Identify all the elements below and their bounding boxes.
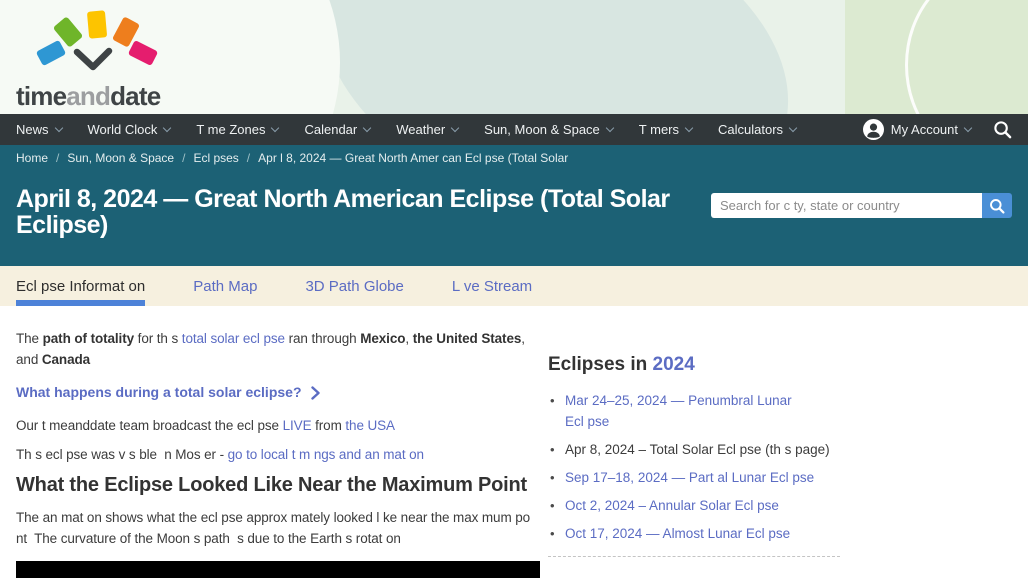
chevron-down-icon: [685, 123, 693, 131]
section-heading: What the Eclipse Looked Like Near the Ma…: [16, 474, 540, 497]
list-item: Sep 17–18, 2024 — Part al Lunar Ecl pse: [548, 467, 840, 488]
chevron-down-icon: [606, 123, 614, 131]
search-icon: [993, 120, 1012, 139]
link-year-2024[interactable]: 2024: [653, 354, 695, 375]
list-item: Apr 8, 2024 – Total Solar Ecl pse (th s …: [548, 439, 840, 460]
nav-item-time-zones[interactable]: T me Zones: [196, 122, 278, 137]
broadcast-paragraph: Our t meanddate team broadcast the ecl p…: [16, 415, 540, 436]
intro-paragraph: The path of totality for th s total sola…: [16, 328, 540, 370]
search-icon: [989, 198, 1005, 214]
user-icon: [863, 119, 884, 140]
hero-section: Home / Sun, Moon & Space / Ecl pses / Ap…: [0, 145, 1028, 266]
question-link[interactable]: What happens during a total solar eclips…: [16, 382, 540, 403]
nav-item-sun-moon-space[interactable]: Sun, Moon & Space: [484, 122, 613, 137]
chevron-down-icon: [789, 123, 797, 131]
tab-eclipse-information[interactable]: Ecl pse Informat on: [16, 266, 145, 306]
animation-description: The an mat on shows what the ecl pse app…: [16, 507, 540, 549]
nav-item-news[interactable]: News: [16, 122, 62, 137]
breadcrumb-eclipses[interactable]: Ecl pses: [193, 151, 238, 165]
page: timeanddate News World Clock T me Zones …: [0, 0, 1028, 578]
eclipse-animation-player[interactable]: [16, 561, 540, 578]
page-tabs: Ecl pse Informat on Path Map 3D Path Glo…: [0, 266, 1028, 306]
nav-my-account[interactable]: My Account: [863, 119, 971, 140]
chevron-down-icon: [163, 123, 171, 131]
visibility-paragraph: Th s ecl pse was v s ble n Mos er - go t…: [16, 444, 540, 465]
list-item: Oct 2, 2024 – Annular Solar Ecl pse: [548, 495, 840, 516]
tab-path-map[interactable]: Path Map: [193, 266, 257, 306]
city-search-button[interactable]: [982, 193, 1012, 218]
breadcrumb-sun-moon-space[interactable]: Sun, Moon & Space: [67, 151, 174, 165]
link-local-timings-animation[interactable]: go to local t m ngs and an mat on: [228, 447, 424, 462]
link-mar-24-25-eclipse[interactable]: Mar 24–25, 2024 — Penumbral Lunar Ecl ps…: [565, 393, 792, 429]
current-page-item: Apr 8, 2024 – Total Solar Ecl pse (th s …: [565, 442, 830, 457]
breadcrumb-home[interactable]: Home: [16, 151, 48, 165]
site-logo[interactable]: timeanddate: [16, 6, 186, 109]
list-item: Oct 17, 2024 — Almost Lunar Ecl pse: [548, 523, 840, 544]
page-title: April 8, 2024 — Great North American Ecl…: [16, 186, 670, 238]
nav-item-world-clock[interactable]: World Clock: [88, 122, 171, 137]
content-area: The path of totality for th s total sola…: [0, 306, 1028, 578]
nav-item-timers[interactable]: T mers: [639, 122, 692, 137]
list-item: Mar 24–25, 2024 — Penumbral Lunar Ecl ps…: [548, 390, 840, 432]
link-oct-2-eclipse[interactable]: Oct 2, 2024 – Annular Solar Ecl pse: [565, 498, 779, 513]
header-decor-arc: [905, 0, 1028, 114]
nav-search-button[interactable]: [993, 120, 1012, 139]
breadcrumb-current-page: Apr l 8, 2024 — Great North Amer can Ecl…: [258, 151, 568, 165]
chevron-right-icon: [311, 386, 320, 400]
sidebar-column: Eclipses in 2024 Mar 24–25, 2024 — Penum…: [548, 328, 840, 578]
city-search-input[interactable]: [711, 193, 982, 218]
tab-3d-path-globe[interactable]: 3D Path Globe: [305, 266, 403, 306]
city-search: [711, 193, 1012, 218]
tab-live-stream[interactable]: L ve Stream: [452, 266, 532, 306]
link-oct-17-eclipse[interactable]: Oct 17, 2024 — Almost Lunar Ecl pse: [565, 526, 790, 541]
link-live[interactable]: LIVE: [283, 418, 312, 433]
chevron-down-icon: [964, 123, 972, 131]
logo-confetti-icon: [16, 6, 168, 78]
chevron-down-icon: [271, 123, 279, 131]
link-total-solar-eclipse[interactable]: total solar ecl pse: [182, 331, 285, 346]
main-navigation: News World Clock T me Zones Calendar Wea…: [0, 114, 1028, 145]
sidebar-heading: Eclipses in 2024: [548, 354, 840, 376]
nav-item-calculators[interactable]: Calculators: [718, 122, 796, 137]
chevron-down-icon: [451, 123, 459, 131]
nav-item-calendar[interactable]: Calendar: [304, 122, 370, 137]
header-decor-shape: [280, 0, 831, 114]
article-column: The path of totality for th s total sola…: [16, 328, 540, 578]
nav-item-weather[interactable]: Weather: [396, 122, 458, 137]
breadcrumb: Home / Sun, Moon & Space / Ecl pses / Ap…: [0, 145, 1028, 170]
site-header: timeanddate: [0, 0, 1028, 114]
link-the-usa[interactable]: the USA: [345, 418, 395, 433]
logo-wordmark: timeanddate: [16, 83, 186, 109]
eclipse-list: Mar 24–25, 2024 — Penumbral Lunar Ecl ps…: [548, 390, 840, 544]
chevron-down-icon: [54, 123, 62, 131]
link-sep-17-18-eclipse[interactable]: Sep 17–18, 2024 — Part al Lunar Ecl pse: [565, 470, 814, 485]
dashed-divider: [548, 556, 840, 557]
chevron-down-icon: [363, 123, 371, 131]
